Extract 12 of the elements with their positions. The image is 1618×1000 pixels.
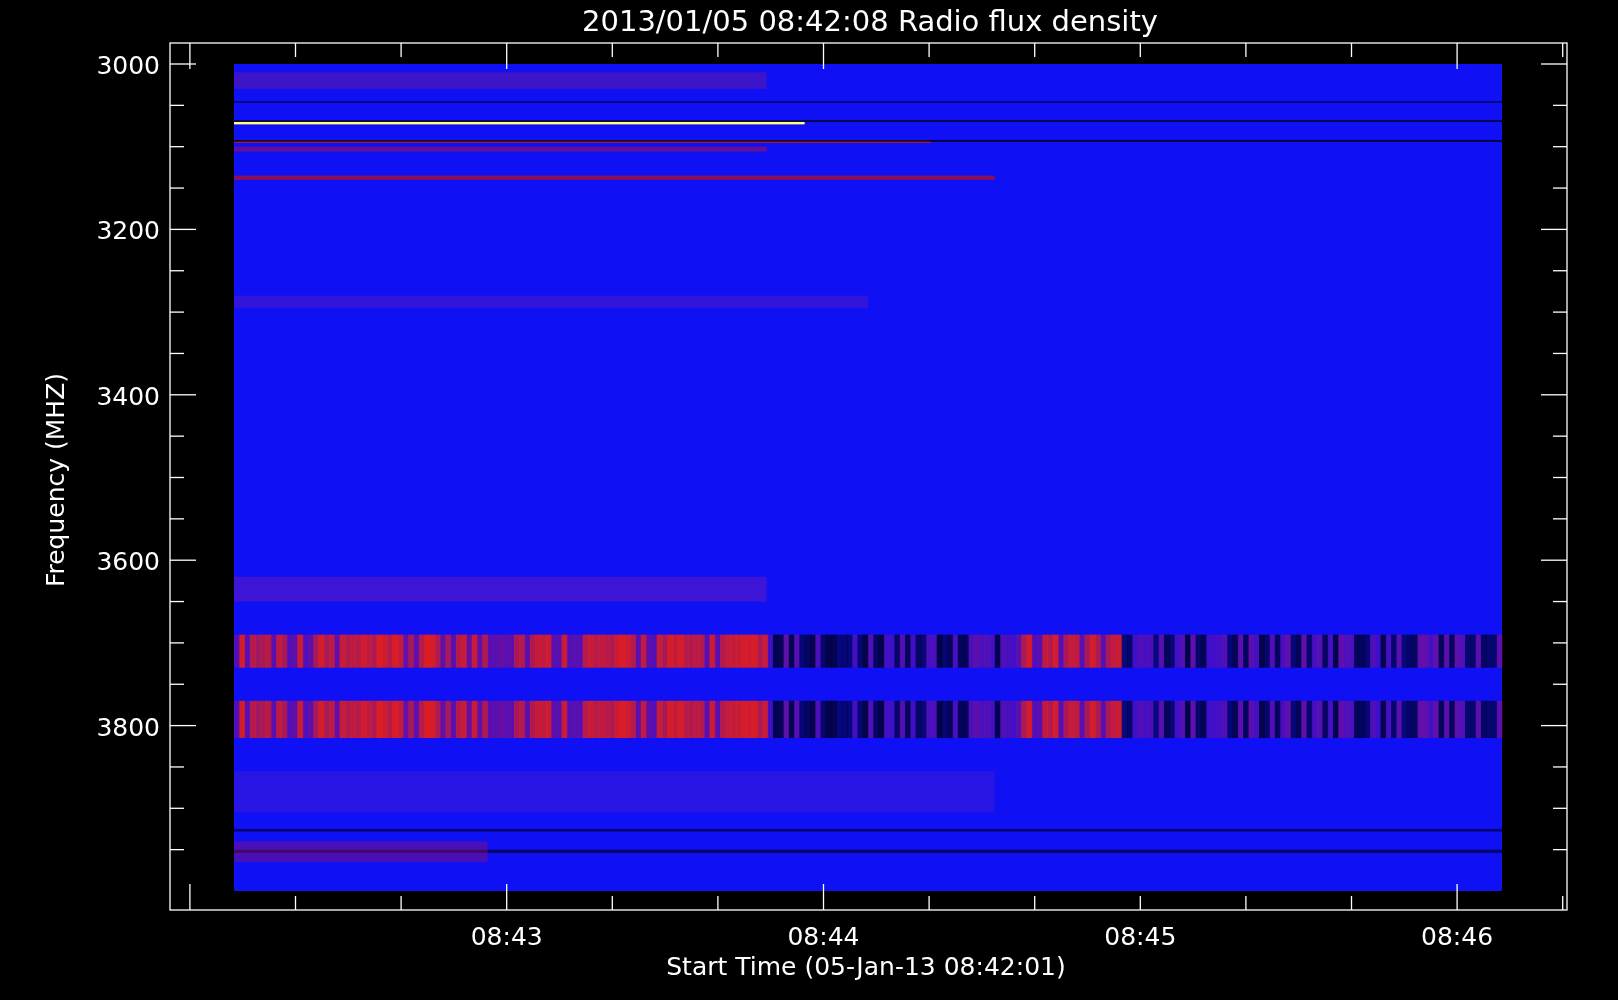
- x-axis-label: Start Time (05-Jan-13 08:42:01): [666, 952, 1066, 981]
- y-axis-label: Frequency (MHZ): [41, 372, 70, 588]
- plot-title: 2013/01/05 08:42:08 Radio flux density: [582, 4, 1158, 38]
- y-tick-label: 3600: [96, 547, 160, 577]
- x-tick-label: 08:45: [1104, 922, 1177, 951]
- x-tick-label: 08:44: [787, 922, 860, 951]
- y-tick-label: 3000: [96, 51, 160, 80]
- x-tick-label: 08:43: [470, 922, 543, 951]
- y-tick-label: 3800: [96, 712, 160, 742]
- y-tick-label: 3400: [96, 381, 160, 411]
- y-tick-label: 3200: [96, 216, 160, 246]
- x-tick-label: 08:46: [1421, 922, 1494, 951]
